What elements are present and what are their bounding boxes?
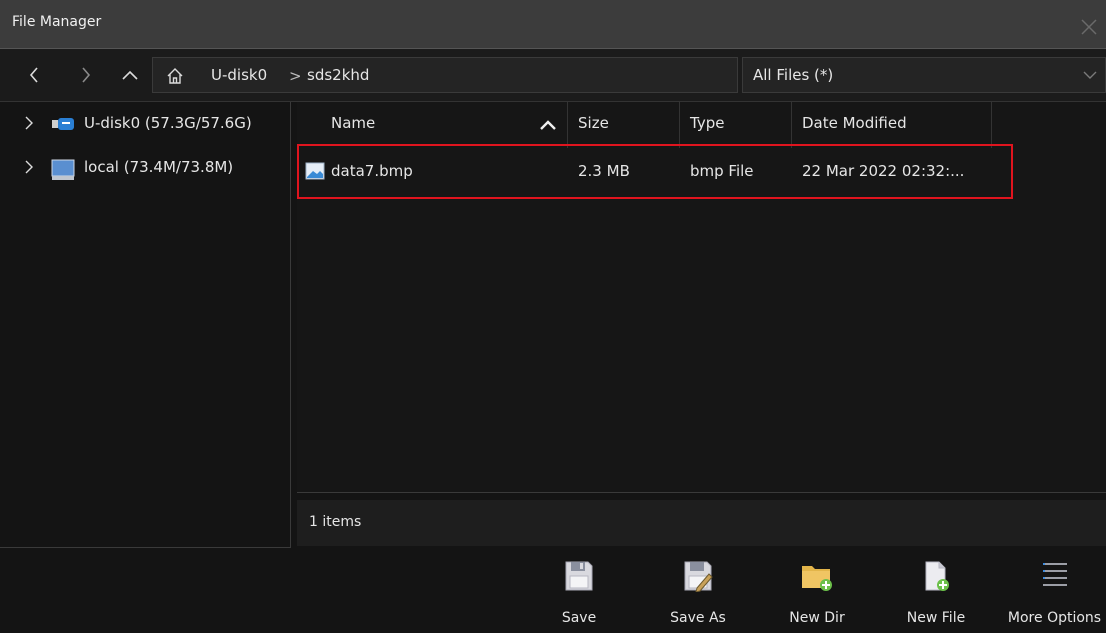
- up-button[interactable]: [116, 63, 144, 87]
- chevron-right-icon: [82, 67, 91, 83]
- new-file-label: New File: [906, 610, 966, 626]
- status-bar: 1 items: [297, 500, 1106, 546]
- sort-ascending-icon: [540, 120, 556, 130]
- file-type-filter[interactable]: All Files (*): [742, 57, 1106, 93]
- save-button[interactable]: Save: [531, 548, 627, 633]
- save-as-icon: [684, 561, 713, 592]
- more-options-button[interactable]: More Options: [1003, 548, 1106, 633]
- new-folder-icon: [802, 566, 832, 591]
- item-count: 1 items: [309, 514, 362, 530]
- chevron-right-icon[interactable]: [24, 160, 34, 174]
- navigation-bar: U-disk0 > sds2khd All Files (*): [0, 49, 1106, 102]
- save-label: Save: [561, 610, 597, 626]
- breadcrumb-segment-udisk[interactable]: U-disk0: [211, 66, 267, 84]
- column-header-date[interactable]: Date Modified: [792, 102, 992, 148]
- selection-highlight-box: [297, 144, 1013, 199]
- tree-item-label: local (73.4M/73.8M): [84, 158, 234, 176]
- window-title: File Manager: [12, 14, 102, 30]
- column-header-type[interactable]: Type: [680, 102, 792, 148]
- more-options-label: More Options: [1007, 610, 1102, 626]
- back-button[interactable]: [20, 63, 48, 87]
- close-button[interactable]: [1072, 8, 1106, 46]
- breadcrumb-segment-folder[interactable]: sds2khd: [307, 66, 369, 84]
- tree-item-udisk[interactable]: U-disk0 (57.3G/57.6G): [0, 106, 290, 142]
- breadcrumb-separator: >: [289, 67, 302, 85]
- new-file-button[interactable]: New File: [888, 548, 984, 633]
- file-list: Name Size Type Date Modified data7.bmp 2…: [297, 102, 1106, 493]
- chevron-right-icon[interactable]: [24, 116, 34, 130]
- title-bar: File Manager: [0, 0, 1106, 49]
- bottom-toolbar: Save Save As New Dir New File More Optio…: [0, 548, 1106, 633]
- usb-drive-icon: [52, 118, 74, 130]
- close-icon: [1081, 19, 1097, 35]
- column-header-name[interactable]: Name: [297, 102, 568, 148]
- chevron-left-icon: [29, 67, 38, 83]
- menu-list-icon: [1042, 563, 1067, 586]
- filter-value: All Files (*): [753, 66, 834, 84]
- chevron-up-icon: [122, 70, 138, 80]
- computer-drive-icon: [51, 159, 75, 180]
- drive-tree: U-disk0 (57.3G/57.6G) local (73.4M/73.8M…: [0, 102, 291, 548]
- column-header-size[interactable]: Size: [568, 102, 680, 148]
- new-dir-button[interactable]: New Dir: [769, 548, 865, 633]
- forward-button[interactable]: [72, 63, 100, 87]
- tree-item-local[interactable]: local (73.4M/73.8M): [0, 150, 290, 186]
- save-icon: [565, 561, 593, 591]
- path-breadcrumb[interactable]: U-disk0 > sds2khd: [152, 57, 738, 93]
- save-as-button[interactable]: Save As: [650, 548, 746, 633]
- save-as-label: Save As: [670, 610, 726, 626]
- chevron-down-icon: [1083, 71, 1097, 79]
- home-icon[interactable]: [165, 66, 185, 86]
- tree-item-label: U-disk0 (57.3G/57.6G): [84, 114, 252, 132]
- new-dir-label: New Dir: [789, 610, 845, 626]
- new-file-icon: [925, 561, 949, 591]
